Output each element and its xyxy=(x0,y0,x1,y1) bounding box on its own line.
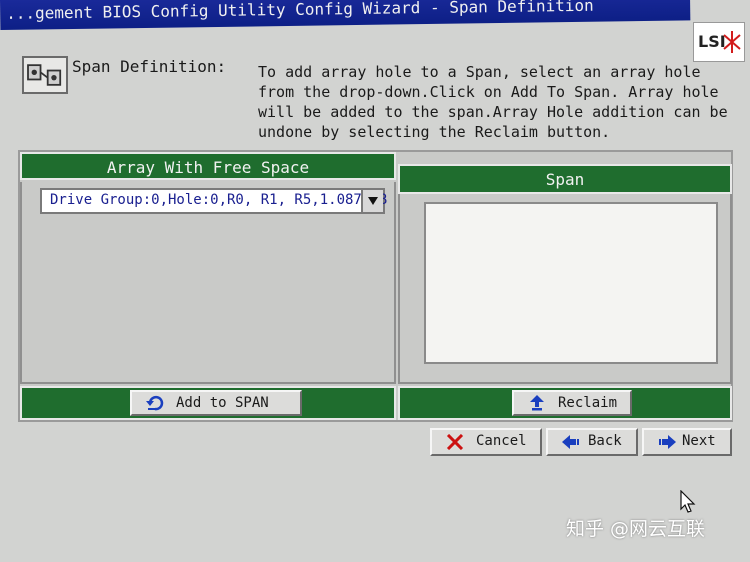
cancel-label: Cancel xyxy=(476,433,527,449)
add-to-span-button[interactable]: Add to SPAN xyxy=(130,390,302,416)
reclaim-button[interactable]: Reclaim xyxy=(512,390,632,416)
span-list[interactable] xyxy=(424,202,718,364)
span-pane xyxy=(398,194,732,384)
undo-arrow-icon xyxy=(146,395,164,411)
mouse-cursor-icon xyxy=(680,490,696,513)
window-title: ...gement BIOS Config Utility Config Wiz… xyxy=(6,0,594,23)
logo-text: LSI xyxy=(698,32,726,51)
span-definition-panel: Array With Free Space Span Drive Group:0… xyxy=(18,150,733,422)
array-free-space-pane: Drive Group:0,Hole:0,R0, R1, R5,1.087 TB xyxy=(20,182,396,384)
add-to-span-label: Add to SPAN xyxy=(176,395,269,411)
right-button-bar: Reclaim xyxy=(398,386,732,420)
next-arrow-icon xyxy=(659,435,676,449)
window-title-bar: ...gement BIOS Config Utility Config Wiz… xyxy=(0,0,691,30)
back-button[interactable]: Back xyxy=(546,428,638,456)
wizard-icon xyxy=(22,56,68,94)
span-header: Span xyxy=(398,164,732,194)
up-arrow-icon xyxy=(530,395,544,411)
array-hole-selected-value: Drive Group:0,Hole:0,R0, R1, R5,1.087 TB xyxy=(50,192,388,208)
logo-burst-icon xyxy=(723,31,741,53)
lsi-logo: LSI xyxy=(693,22,745,62)
page-title: Span Definition: xyxy=(72,57,227,76)
reclaim-label: Reclaim xyxy=(558,395,618,411)
chevron-down-icon[interactable] xyxy=(361,190,383,212)
next-button[interactable]: Next xyxy=(642,428,732,456)
array-free-space-header: Array With Free Space xyxy=(20,152,396,180)
watermark-text: 知乎 @网云互联 xyxy=(566,518,706,540)
array-hole-dropdown[interactable]: Drive Group:0,Hole:0,R0, R1, R5,1.087 TB xyxy=(40,188,388,214)
cancel-button[interactable]: Cancel xyxy=(430,428,542,456)
instructions-text: To add array hole to a Span, select an a… xyxy=(258,63,728,141)
close-icon xyxy=(446,434,464,450)
back-arrow-icon xyxy=(562,435,579,449)
back-label: Back xyxy=(588,433,622,449)
left-button-bar: Add to SPAN xyxy=(20,386,396,420)
next-label: Next xyxy=(682,433,716,449)
